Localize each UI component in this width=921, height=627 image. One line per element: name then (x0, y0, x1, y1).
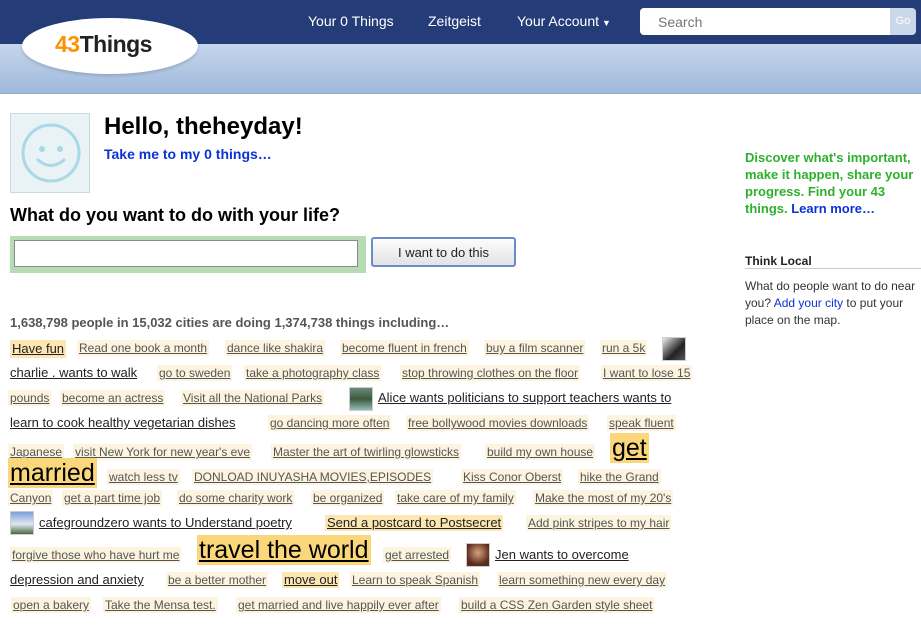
learn-more-link[interactable]: Learn more… (791, 201, 875, 216)
logo-word: Things (79, 31, 153, 57)
think-local-heading: Think Local (745, 254, 812, 268)
nav-your-account-label: Your Account (517, 13, 599, 29)
tag-forgive[interactable]: forgive those who have hurt me (10, 547, 182, 563)
tag-own-house[interactable]: build my own house (485, 444, 596, 460)
tag-bollywood[interactable]: free bollywood movies downloads (406, 415, 590, 431)
logo-number: 43 (55, 31, 80, 57)
tag-charlie[interactable]: charlie . wants to walk (8, 365, 139, 381)
nav-your-things[interactable]: Your 0 Things (308, 13, 394, 29)
tag-film-scanner[interactable]: buy a film scanner (484, 340, 586, 356)
logo[interactable]: 43Things (55, 31, 152, 58)
tag-jen[interactable]: Jen wants to overcome (493, 547, 631, 563)
tag-new-every-day[interactable]: learn something new every day (497, 572, 668, 588)
tag-pink-stripes[interactable]: Add pink stripes to my hair (526, 515, 672, 531)
tag-clothes-floor[interactable]: stop throwing clothes on the floor (400, 365, 581, 381)
tag-inuyasha[interactable]: DONLOAD INUYASHA MOVIES,EPISODES (192, 469, 434, 485)
tag-hike[interactable]: hike the Grand (578, 469, 661, 485)
tag-photo-class[interactable]: take a photography class (244, 365, 382, 381)
tag-get-married-cont[interactable]: married (8, 458, 97, 488)
nav-your-account[interactable]: Your Account ▼ (517, 13, 611, 29)
tag-organized[interactable]: be organized (311, 490, 385, 506)
promo-text: Discover what's important, make it happe… (745, 149, 915, 217)
goal-input[interactable] (14, 240, 358, 267)
add-your-city-link[interactable]: Add your city (774, 296, 843, 310)
tag-national-parks[interactable]: Visit all the National Parks (181, 390, 325, 406)
tag-ny-eve[interactable]: visit New York for new year's eve (73, 444, 253, 460)
tag-lose-15[interactable]: I want to lose 15 (601, 365, 693, 381)
tag-charity[interactable]: do some charity work (177, 490, 295, 506)
tag-cook-veg[interactable]: learn to cook healthy vegetarian dishes (8, 415, 237, 431)
tag-glowsticks[interactable]: Master the art of twirling glowsticks (271, 444, 462, 460)
tag-fluent-french[interactable]: become fluent in french (340, 340, 469, 356)
tag-dancing-often[interactable]: go dancing more often (268, 415, 392, 431)
tag-read-book[interactable]: Read one book a month (77, 340, 210, 356)
tag-alice[interactable]: Alice wants politicians to support teach… (376, 390, 673, 406)
search-go-button[interactable]: Go (890, 8, 916, 35)
tag-postcard[interactable]: Send a postcard to Postsecret (325, 515, 504, 531)
user-photo-thumbnail[interactable] (10, 511, 34, 535)
tag-jen-cont[interactable]: depression and anxiety (8, 572, 146, 588)
tag-married-happily[interactable]: get married and live happily ever after (236, 597, 441, 613)
tag-actress[interactable]: become an actress (60, 390, 166, 406)
i-want-to-do-this-button[interactable]: I want to do this (371, 237, 516, 267)
tag-most-20s[interactable]: Make the most of my 20's (533, 490, 674, 506)
tag-bakery[interactable]: open a bakery (11, 597, 92, 613)
user-photo-thumbnail[interactable] (349, 387, 373, 411)
tag-arrested[interactable]: get arrested (383, 547, 452, 563)
tag-watch-tv[interactable]: watch less tv (107, 469, 180, 485)
tag-zen-garden[interactable]: build a CSS Zen Garden style sheet (459, 597, 655, 613)
think-local-text-1: What do people want to do near (745, 279, 916, 293)
chevron-down-icon: ▼ (602, 18, 611, 28)
smiley-icon (21, 123, 81, 183)
tag-move-out[interactable]: move out (282, 572, 340, 588)
goal-input-frame (10, 236, 366, 273)
tag-have-fun[interactable]: Have fun (10, 340, 67, 358)
life-question-heading: What do you want to do with your life? (10, 205, 340, 225)
tag-dance-shakira[interactable]: dance like shakira (225, 340, 326, 356)
tag-sweden[interactable]: go to sweden (157, 365, 233, 381)
tag-cafegroundzero[interactable]: cafegroundzero wants to Understand poetr… (37, 515, 294, 531)
tag-hike-cont[interactable]: Canyon (8, 490, 54, 506)
tag-speak-fluent[interactable]: speak fluent (607, 415, 676, 431)
tag-family[interactable]: take care of my family (395, 490, 516, 506)
tag-travel-world[interactable]: travel the world (197, 535, 371, 565)
tag-spanish[interactable]: Learn to speak Spanish (350, 572, 481, 588)
greeting-heading: Hello, theheyday! (104, 113, 303, 140)
tag-kiss-conor[interactable]: Kiss Conor Oberst (461, 469, 564, 485)
user-photo-thumbnail[interactable] (662, 337, 686, 361)
think-local-text-2: you? (745, 296, 772, 310)
tag-lose-15-cont[interactable]: pounds (8, 390, 52, 406)
nav-zeitgeist[interactable]: Zeitgeist (428, 13, 481, 29)
search-input[interactable] (640, 8, 890, 35)
take-me-to-things-link[interactable]: Take me to my 0 things… (104, 146, 272, 162)
avatar[interactable] (10, 113, 90, 193)
tag-part-time[interactable]: get a part time job (62, 490, 163, 506)
user-photo-thumbnail[interactable] (466, 543, 490, 567)
tag-mensa[interactable]: Take the Mensa test. (103, 597, 218, 613)
tag-run-5k[interactable]: run a 5k (600, 340, 648, 356)
tag-better-mother[interactable]: be a better mother (166, 572, 269, 588)
stats-text: 1,638,798 people in 15,032 cities are do… (10, 315, 450, 330)
think-local-text: What do people want to do near you? Add y… (745, 278, 921, 329)
tag-get-married[interactable]: get (610, 433, 649, 463)
divider (745, 268, 921, 269)
